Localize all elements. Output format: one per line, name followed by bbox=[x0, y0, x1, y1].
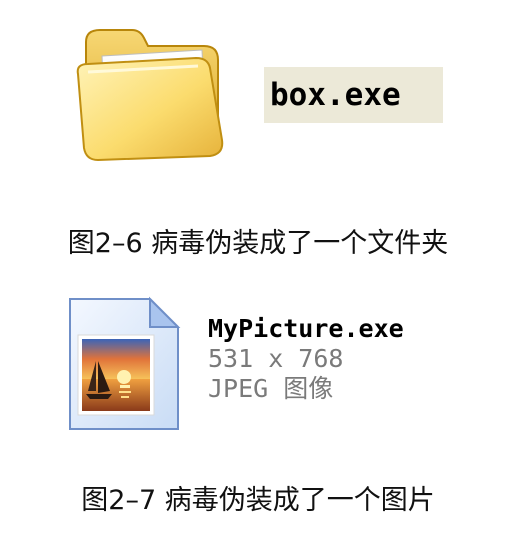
figure-caption: 图2–7 病毒伪装成了一个图片 bbox=[81, 485, 435, 516]
file-name-label[interactable]: box.exe bbox=[264, 67, 443, 123]
file-type-label: JPEG 图像 bbox=[208, 374, 334, 403]
file-name-label: MyPicture.exe bbox=[208, 314, 404, 343]
file-details[interactable]: MyPicture.exe 531 x 768 JPEG 图像 bbox=[208, 314, 404, 404]
folder-icon bbox=[76, 29, 224, 162]
jpeg-image-icon bbox=[69, 296, 181, 430]
image-dimensions: 531 x 768 bbox=[208, 344, 344, 373]
figure-caption: 图2–6 病毒伪装成了一个文件夹 bbox=[67, 228, 449, 259]
